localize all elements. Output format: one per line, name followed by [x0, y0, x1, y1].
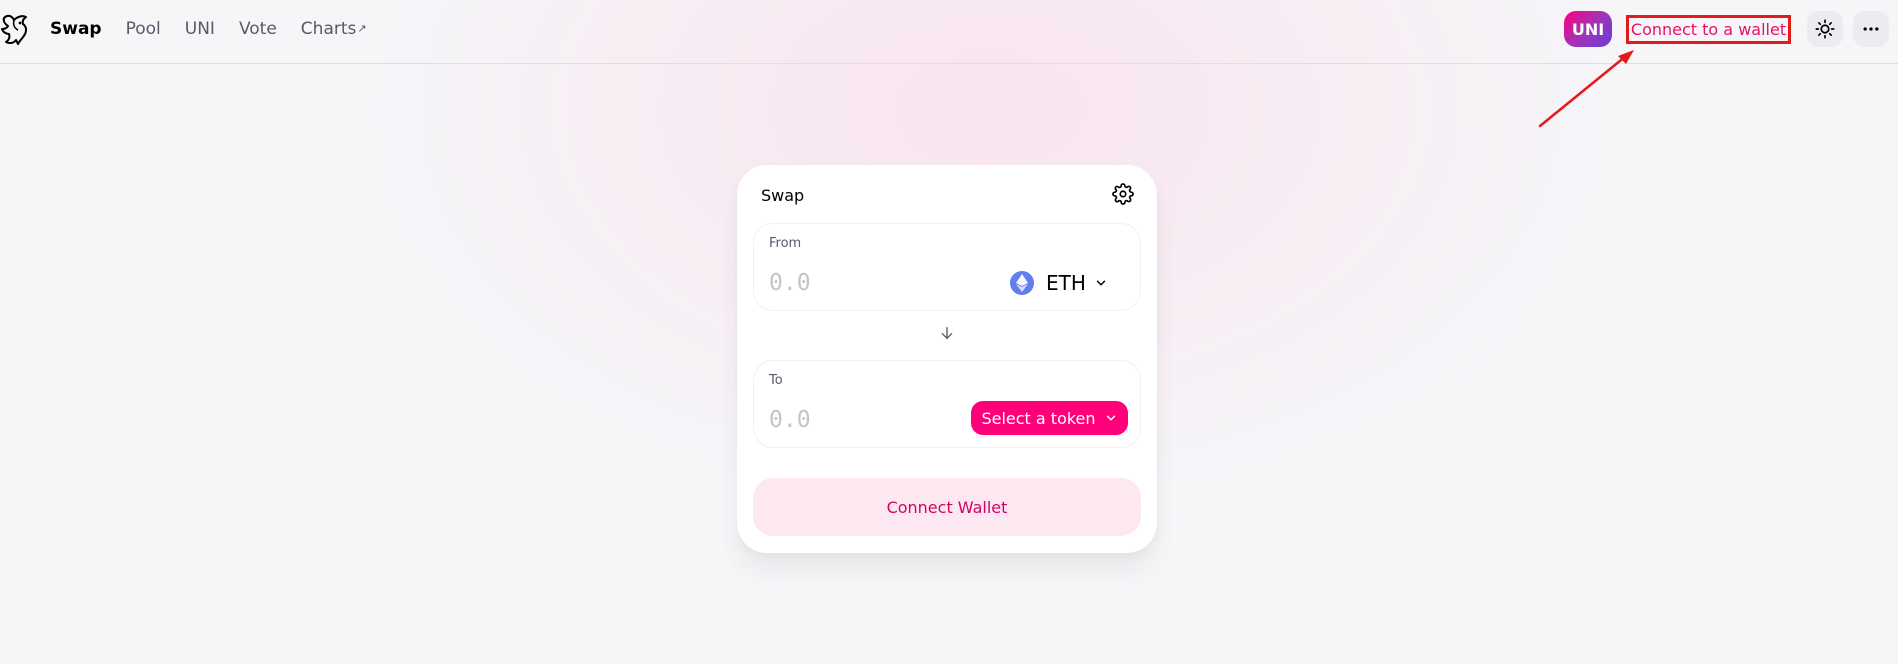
nav-charts[interactable]: Charts↗	[301, 17, 367, 41]
chevron-down-icon	[1096, 280, 1106, 286]
select-token-button[interactable]: Select a token	[971, 401, 1128, 435]
swap-card: Swap From ETH To Select a token	[737, 165, 1157, 553]
connect-wallet-button[interactable]: Connect Wallet	[753, 478, 1141, 536]
to-label: To	[769, 373, 783, 388]
eth-icon	[1010, 271, 1034, 295]
annotation-arrow-icon	[1538, 50, 1634, 128]
from-panel: From ETH	[753, 223, 1141, 311]
nav-swap[interactable]: Swap	[50, 17, 102, 41]
more-horizontal-icon	[1863, 27, 1879, 31]
connect-to-wallet-button[interactable]: Connect to a wallet	[1626, 15, 1791, 44]
settings-button[interactable]	[1111, 183, 1135, 207]
from-label: From	[769, 236, 802, 251]
unicorn-logo-icon[interactable]	[0, 12, 30, 46]
uni-balance-badge[interactable]: UNI	[1564, 11, 1612, 47]
nav-vote[interactable]: Vote	[239, 17, 277, 41]
nav-pool[interactable]: Pool	[126, 17, 161, 41]
main-nav: Swap Pool UNI Vote Charts↗	[50, 17, 391, 41]
nav-charts-label: Charts	[300, 19, 357, 39]
arrow-down-icon[interactable]	[939, 325, 955, 341]
gear-icon	[1112, 183, 1134, 205]
nav-uni[interactable]: UNI	[185, 17, 215, 41]
select-token-label: Select a token	[981, 408, 1096, 428]
theme-toggle-button[interactable]	[1807, 11, 1843, 47]
swap-card-title: Swap	[761, 186, 805, 205]
from-token-select[interactable]: ETH	[1010, 268, 1108, 298]
to-panel: To Select a token	[753, 360, 1141, 448]
more-options-button[interactable]	[1853, 11, 1889, 47]
external-link-icon: ↗	[357, 22, 367, 35]
chevron-down-icon	[1106, 415, 1115, 421]
sun-icon	[1815, 19, 1835, 39]
to-amount-input[interactable]	[769, 403, 969, 437]
from-amount-input[interactable]	[769, 266, 969, 300]
from-token-symbol: ETH	[1046, 271, 1086, 295]
